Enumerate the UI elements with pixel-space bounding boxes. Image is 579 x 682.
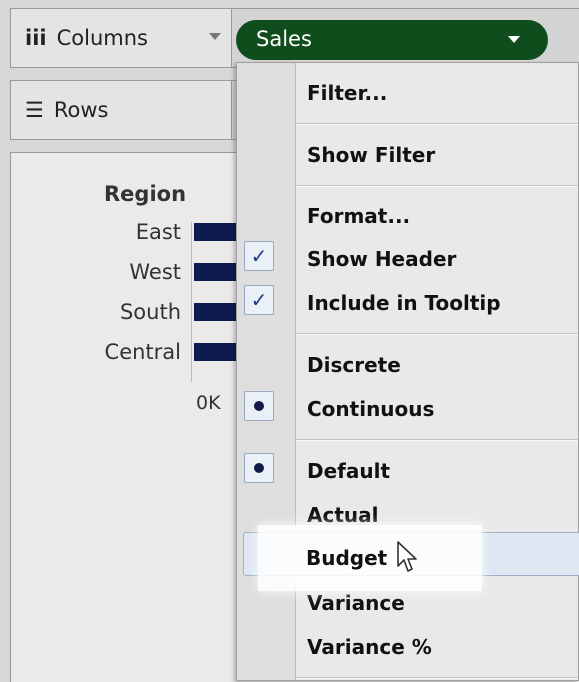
menu-item-format[interactable]: Format...	[307, 204, 410, 228]
chevron-down-icon[interactable]	[209, 33, 221, 40]
menu-item-actual[interactable]: Actual	[307, 503, 378, 527]
rows-label: Rows	[53, 98, 109, 122]
menu-separator	[296, 677, 578, 679]
radio-dot-icon	[244, 453, 274, 483]
bar-central[interactable]	[194, 343, 240, 361]
axis-line	[191, 222, 192, 382]
rows-shelf-title: ☰ Rows	[25, 81, 108, 139]
rows-shelf[interactable]: ☰ Rows	[10, 80, 232, 140]
bar-south[interactable]	[194, 303, 240, 321]
region-header: Region	[104, 182, 187, 206]
bar-east[interactable]	[194, 223, 240, 241]
region-label-south: South	[119, 300, 181, 324]
menu-item-variance[interactable]: Variance	[307, 591, 405, 615]
menu-item-discrete[interactable]: Discrete	[307, 353, 401, 377]
menu-item-include-in-tooltip[interactable]: Include in Tooltip	[307, 291, 501, 315]
columns-icon: iii	[25, 26, 47, 50]
mouse-pointer-icon	[397, 541, 417, 572]
columns-shelf-title: iii Columns	[25, 9, 148, 67]
menu-item-variance-percent[interactable]: Variance %	[307, 635, 432, 659]
menu-item-continuous[interactable]: Continuous	[307, 397, 434, 421]
check-icon: ✓	[244, 285, 274, 315]
menu-item-show-header[interactable]: Show Header	[307, 247, 456, 271]
columns-label: Columns	[56, 26, 148, 50]
radio-dot-icon	[244, 391, 274, 421]
menu-separator	[296, 333, 578, 335]
columns-shelf[interactable]: iii Columns	[10, 8, 232, 68]
menu-item-default[interactable]: Default	[307, 459, 390, 483]
region-label-central: Central	[104, 340, 181, 364]
pill-dropdown-icon[interactable]	[508, 36, 520, 43]
bar-west[interactable]	[194, 263, 240, 281]
sales-pill-label: Sales	[256, 27, 312, 51]
menu-separator	[296, 439, 578, 441]
menu-separator	[296, 123, 578, 125]
menu-item-filter[interactable]: Filter...	[307, 81, 387, 105]
rows-icon: ☰	[25, 98, 44, 122]
sales-pill[interactable]: Sales	[236, 20, 548, 60]
region-label-east: East	[135, 220, 181, 244]
region-label-west: West	[129, 260, 181, 284]
check-icon: ✓	[244, 241, 274, 271]
axis-tick-zero: 0K	[196, 392, 221, 414]
menu-separator	[296, 185, 578, 187]
menu-item-budget[interactable]: Budget	[306, 546, 387, 570]
menu-item-show-filter[interactable]: Show Filter	[307, 143, 435, 167]
